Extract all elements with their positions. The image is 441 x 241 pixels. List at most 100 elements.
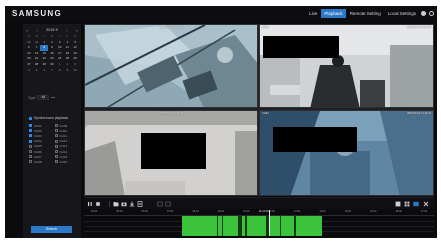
tile-channel-name: CH02 [262,26,269,29]
tab-playback[interactable]: Playback [321,9,346,18]
layout-4-icon[interactable] [404,201,410,207]
tab-local-settings[interactable]: Local Settings [385,9,419,18]
recording-gap [217,216,219,236]
playback-controls [84,197,434,209]
calendar-day[interactable]: 8 [56,68,64,74]
channel-label: CH06 [34,149,42,154]
prev-year-button[interactable]: « [26,28,28,33]
timeline[interactable]: 04:00 05:00 06:00 07:00 08:00 09:00 10:00 11:00… [84,210,434,236]
next-year-button[interactable]: » [76,28,78,33]
header-icons [421,11,434,16]
channel-checkbox[interactable] [29,144,32,148]
timeline-tick-label: 12:00 [293,210,301,213]
channel-checkbox[interactable] [54,129,58,133]
channel-label: CH15 [59,154,68,159]
file-icon[interactable] [137,201,143,207]
calendar-day[interactable]: 5 [33,68,41,74]
calendar-day[interactable]: 10 [71,68,79,74]
layout-1-icon[interactable] [395,201,401,207]
divider [51,97,56,98]
tab-remote-setting[interactable]: Remote Setting [347,9,384,18]
video-tile-ch02[interactable]: CH02 2015-09-07 11:14:22 [259,24,434,108]
layout-full-icon[interactable] [413,201,419,207]
channel-checkbox[interactable] [29,155,32,159]
timeline-tick-label: 05:00 [116,210,123,213]
video-tile-ch01[interactable]: 2015-09-07 11:14:22 [84,24,258,108]
channel-item-ch16[interactable]: CH16 [54,159,78,164]
playback-window: SAMSUNG Live Playback Remote Setting Loc… [5,6,437,238]
channel-checkbox[interactable] [54,134,58,138]
timeline-tick-label: 13:00 [319,210,326,213]
channel-checkbox[interactable] [54,155,58,159]
sync-checkbox[interactable] [29,116,32,120]
camera-icon[interactable] [121,201,127,207]
main-nav: Live Playback Remote Setting Local Setti… [306,9,419,18]
calendar-day[interactable]: 7 [48,68,56,74]
timeline-tick-label: 08:00 [192,210,199,213]
recording-gap [238,216,242,236]
next-month-button[interactable]: › [66,28,67,33]
info-icon[interactable] [421,11,426,16]
channel-checkbox[interactable] [29,124,32,128]
search-button[interactable]: Search [31,226,72,233]
channel-label: CH13 [59,144,68,149]
pause-icon[interactable] [87,201,93,207]
timeline-tick-label: 04:00 [90,210,98,213]
prev-month-button[interactable]: ‹ [37,28,38,33]
next-frame-icon[interactable] [165,201,171,207]
recording-gap [222,216,224,236]
channel-checkbox[interactable] [29,129,32,133]
camera-scene [85,25,257,107]
channel-item-ch08[interactable]: CH08 [29,159,52,164]
prev-frame-icon[interactable] [157,201,163,207]
close-icon[interactable] [423,201,429,207]
camera-scene [260,111,433,195]
channel-label: CH09 [59,123,68,128]
logout-icon[interactable] [429,11,434,16]
privacy-mask [263,36,339,58]
privacy-mask [141,133,206,169]
channel-checkbox[interactable] [29,160,32,164]
channel-checkbox[interactable] [29,134,32,138]
channel-label: CH12 [59,139,68,144]
recording-segment[interactable] [182,216,322,236]
playhead-time: 11:14:22 [258,210,269,213]
record-type-row: Type All [28,95,56,100]
timeline-tick-label: 06:00 [141,210,148,213]
calendar-day[interactable]: 9 [64,68,72,74]
video-tile-ch03[interactable]: 2015-09-07 11:14:22 [84,110,258,196]
channel-checkbox[interactable] [54,160,58,164]
tile-timestamp: 2015-09-07 11:14:22 [159,26,183,29]
timeline-tracks [84,216,434,236]
top-header: SAMSUNG Live Playback Remote Setting Loc… [5,6,437,22]
recording-gap [245,216,247,236]
sync-playback-row[interactable]: Synchronous playback [29,116,68,120]
video-grid: 2015-09-07 11:14:22 CH02 2015-09-07 11:1… [84,24,434,196]
tile-timestamp: 2015-09-07 11:14:22 [407,26,431,29]
channel-checkbox[interactable] [54,124,58,128]
calendar-day[interactable]: 4 [25,68,33,74]
folder-icon[interactable] [113,201,119,207]
channel-checkbox[interactable] [54,144,58,148]
stop-icon[interactable] [95,201,101,207]
channel-checkbox[interactable] [29,150,32,154]
channel-checkbox[interactable] [29,139,32,143]
record-type-select[interactable]: All [37,95,50,100]
channel-checkbox[interactable] [54,139,58,143]
privacy-mask [273,127,357,152]
calendar-day[interactable]: 6 [40,68,48,74]
calendar-month: 2015 9 [46,28,58,32]
recording-gap [280,216,282,236]
playhead[interactable] [268,210,270,236]
channel-list: CH01 CH09 CH02 CH10 CH03 CH11 CH04 CH12 CH05 CH13… [29,123,77,165]
sidebar: « ‹ 2015 9 › » S M T W T F S 30 31 1 2 3 4 5 6 7 8 9 10 11 1… [23,24,81,238]
sync-label: Synchronous playback [34,116,69,120]
video-tile-ch04[interactable]: CH04 2015-09-07 11:14:22 [259,110,434,196]
timeline-tick-label: 16:00 [395,210,402,213]
tab-live[interactable]: Live [306,9,320,18]
channel-label: CH11 [59,133,67,138]
timeline-tick-label: 09:00 [217,210,225,213]
calendar-header: « ‹ 2015 9 › » [25,27,79,33]
channel-checkbox[interactable] [54,150,58,154]
download-icon[interactable] [129,201,135,207]
